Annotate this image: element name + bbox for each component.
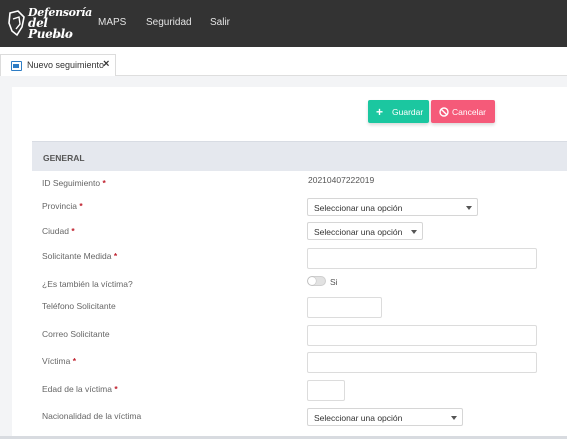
label-text: Víctima	[42, 356, 71, 366]
provincia-select-value: Seleccionar una opción	[314, 203, 403, 213]
label-text: ID Seguimiento	[42, 178, 101, 188]
logo-subtitle: ECUADOR	[50, 34, 72, 38]
label-provincia: Provincia *	[42, 201, 83, 211]
defensoria-logo[interactable]: Defensoría del Pueblo ECUADOR	[6, 7, 92, 41]
label-solicitante-medida: Solicitante Medida *	[42, 251, 117, 261]
required-mark: *	[79, 201, 83, 211]
cancel-button-label: Cancelar	[452, 106, 487, 117]
solicitante-medida-input[interactable]	[307, 248, 537, 269]
tab-strip: Nuevo seguimiento ×	[0, 47, 567, 77]
edad-input[interactable]	[307, 380, 345, 401]
required-mark: *	[114, 384, 118, 394]
correo-input[interactable]	[307, 325, 537, 346]
nav-item-salir[interactable]: Salir	[210, 17, 230, 28]
required-mark: *	[71, 226, 75, 236]
cancel-button[interactable]: Cancelar	[431, 100, 495, 123]
save-button-label: Guardar	[392, 106, 424, 117]
logo-mark-icon	[8, 10, 25, 37]
ciudad-select[interactable]: Seleccionar una opción	[307, 222, 423, 240]
label-es-victima: ¿Es también la víctima?	[42, 279, 133, 289]
required-mark: *	[113, 251, 118, 261]
nacionalidad-select-value: Seleccionar una opción	[314, 413, 403, 423]
section-general: GENERAL	[32, 141, 567, 171]
toggle-knob	[308, 277, 316, 285]
label-text: ¿Es también la víctima?	[42, 279, 133, 289]
id-seguimiento-value: 20210407222019	[308, 175, 375, 185]
chevron-down-icon	[466, 206, 472, 210]
nacionalidad-select[interactable]: Seleccionar una opción	[307, 408, 463, 426]
ciudad-select-value: Seleccionar una opción	[314, 227, 403, 237]
section-title: GENERAL	[43, 153, 85, 163]
provincia-select[interactable]: Seleccionar una opción	[307, 198, 478, 216]
nav-item-seguridad[interactable]: Seguridad	[146, 17, 192, 28]
required-mark: *	[72, 356, 77, 366]
label-edad: Edad de la víctima *	[42, 384, 118, 394]
tab-nuevo-seguimiento[interactable]: Nuevo seguimiento ×	[0, 54, 116, 77]
tab-label: Nuevo seguimiento	[27, 60, 105, 70]
victima-input[interactable]	[307, 352, 537, 373]
required-mark: *	[102, 178, 106, 188]
label-correo: Correo Solicitante	[42, 329, 110, 339]
save-button[interactable]: + Guardar	[368, 100, 429, 123]
label-victima: Víctima *	[42, 356, 76, 366]
es-victima-toggle[interactable]	[307, 276, 326, 286]
form-icon	[11, 61, 22, 71]
chevron-down-icon	[411, 230, 417, 234]
label-text: Teléfono Solicitante	[42, 301, 116, 311]
nav-item-maps[interactable]: MAPS	[98, 17, 126, 28]
label-ciudad: Ciudad *	[42, 226, 75, 236]
label-id-seguimiento: ID Seguimiento *	[42, 178, 106, 188]
label-telefono: Teléfono Solicitante	[42, 301, 116, 311]
ban-icon	[439, 106, 449, 117]
top-navbar: Defensoría del Pueblo ECUADOR MAPS Segur…	[0, 0, 567, 47]
label-text: Nacionalidad de la víctima	[42, 411, 142, 421]
label-text: Ciudad	[42, 226, 69, 236]
label-text: Solicitante Medida	[42, 251, 112, 261]
toggle-label: Si	[330, 277, 338, 287]
label-text: Provincia	[42, 201, 77, 211]
plus-icon: +	[376, 104, 384, 119]
telefono-input[interactable]	[307, 297, 382, 318]
label-nacionalidad: Nacionalidad de la víctima	[42, 411, 141, 421]
chevron-down-icon	[451, 416, 457, 420]
label-text: Correo Solicitante	[42, 329, 110, 339]
label-text: Edad de la víctima	[42, 384, 112, 394]
close-icon[interactable]: ×	[103, 58, 109, 70]
